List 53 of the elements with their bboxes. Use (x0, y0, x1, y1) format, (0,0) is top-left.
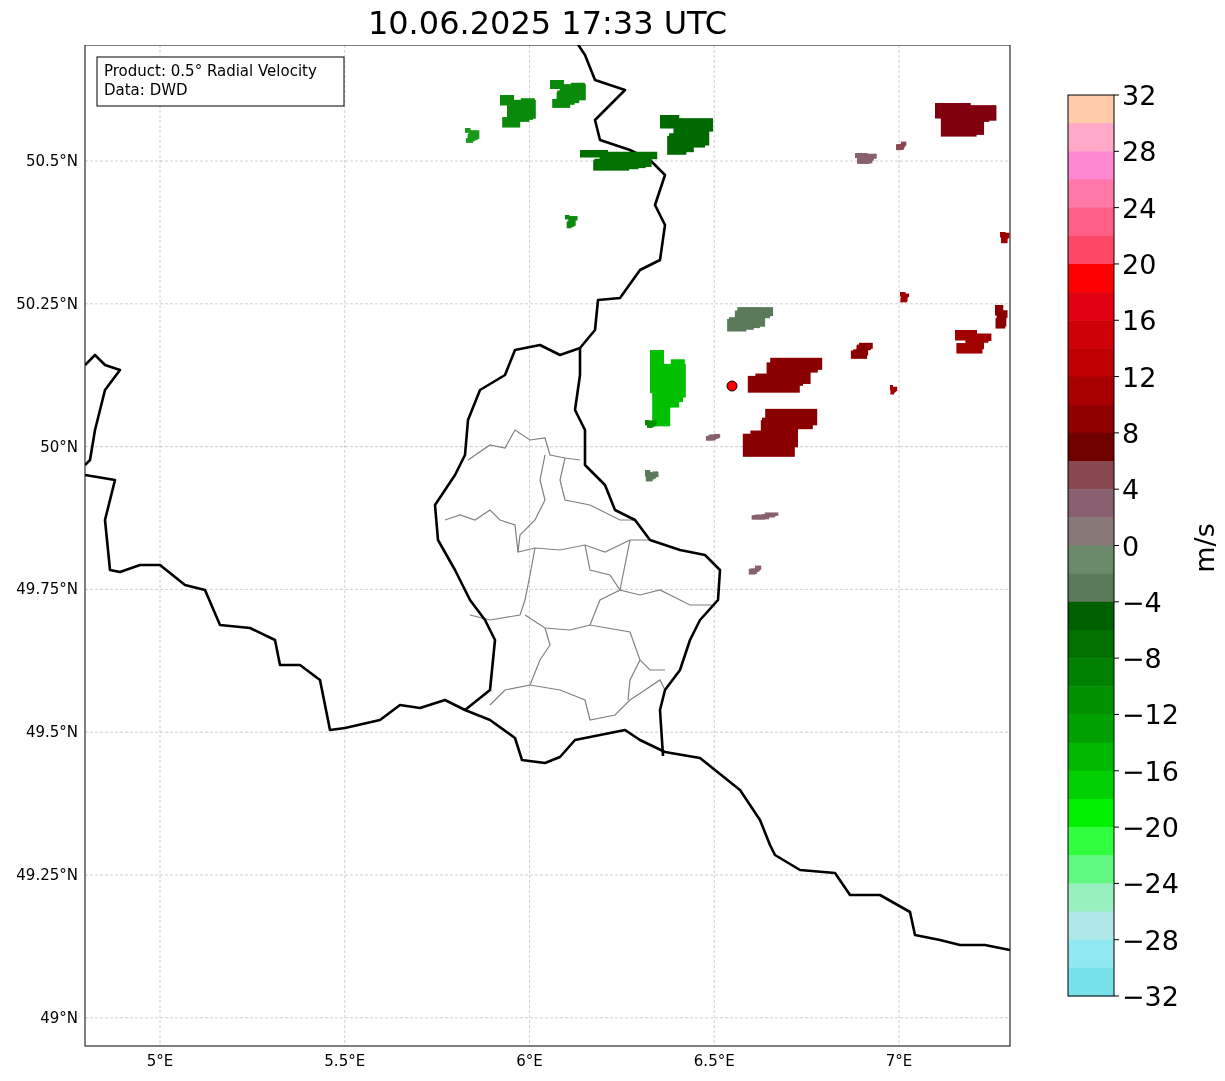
radar-echo (565, 215, 578, 229)
colorbar-tick-label: 28 (1122, 136, 1157, 168)
longitude-label: 5°E (146, 1052, 174, 1070)
latitude-label: 49.25°N (16, 866, 78, 884)
longitude-label: 6°E (516, 1052, 543, 1070)
latitude-label: 49.75°N (16, 580, 78, 599)
latitude-label: 50°N (40, 437, 78, 456)
longitude-label: 7°E (885, 1052, 913, 1070)
colorbar-tick-label: −16 (1122, 755, 1179, 787)
latitude-label: 49°N (40, 1008, 78, 1027)
colorbar-tick-label: −4 (1122, 586, 1162, 618)
radar-echo (935, 103, 997, 137)
radar-echo (705, 433, 721, 441)
colorbar-tick-label: −8 (1122, 643, 1162, 675)
radar-echo (500, 95, 536, 128)
radar-echo (900, 292, 910, 303)
radar-echo (748, 565, 762, 575)
colorbar-label: m/s (1189, 523, 1220, 573)
longitude-label: 5.5°E (324, 1052, 366, 1070)
radar-echo (896, 141, 907, 151)
radar-echo (890, 385, 898, 395)
radar-echo (727, 307, 774, 332)
latitude-label: 50.5°N (25, 152, 78, 170)
radar-echo (955, 330, 992, 354)
colorbar-tick-label: 8 (1122, 417, 1140, 449)
colorbar-tick-label: 12 (1122, 361, 1157, 393)
colorbar-tick-label: 16 (1122, 305, 1157, 337)
radar-echo (855, 153, 877, 164)
legend-text: Data: DWD (104, 81, 188, 99)
longitude-label: 6.5°E (693, 1052, 735, 1070)
radar-echo (645, 470, 659, 482)
radar-echo (550, 80, 586, 108)
radar-echo (995, 305, 1008, 329)
colorbar-tick-label: −32 (1122, 981, 1179, 1012)
legend-text: Product: 0.5° Radial Velocity (104, 62, 317, 80)
colorbar-tick-label: 32 (1122, 80, 1157, 111)
radar-echo (751, 512, 779, 520)
colorbar-tick-label: 4 (1122, 474, 1140, 506)
radar-echo (850, 342, 873, 359)
radar-echo (465, 128, 480, 143)
radar-site-marker (726, 380, 738, 392)
colorbar-tick-label: −12 (1122, 699, 1179, 731)
map-title: 10.06.2025 17:33 UTC (367, 3, 728, 43)
colorbar-tick-label: −20 (1122, 812, 1179, 844)
latitude-label: 49.5°N (25, 723, 78, 742)
radar-echo (660, 115, 714, 155)
colorbar-tick-label: 0 (1122, 530, 1140, 562)
colorbar-tick-label: −28 (1122, 924, 1179, 956)
colorbar-tick-label: −24 (1122, 868, 1179, 900)
radar-echo (1000, 232, 1010, 244)
latitude-label: 50.25°N (16, 294, 78, 313)
colorbar-tick-label: 24 (1122, 192, 1157, 224)
colorbar-tick-label: 20 (1122, 248, 1157, 280)
